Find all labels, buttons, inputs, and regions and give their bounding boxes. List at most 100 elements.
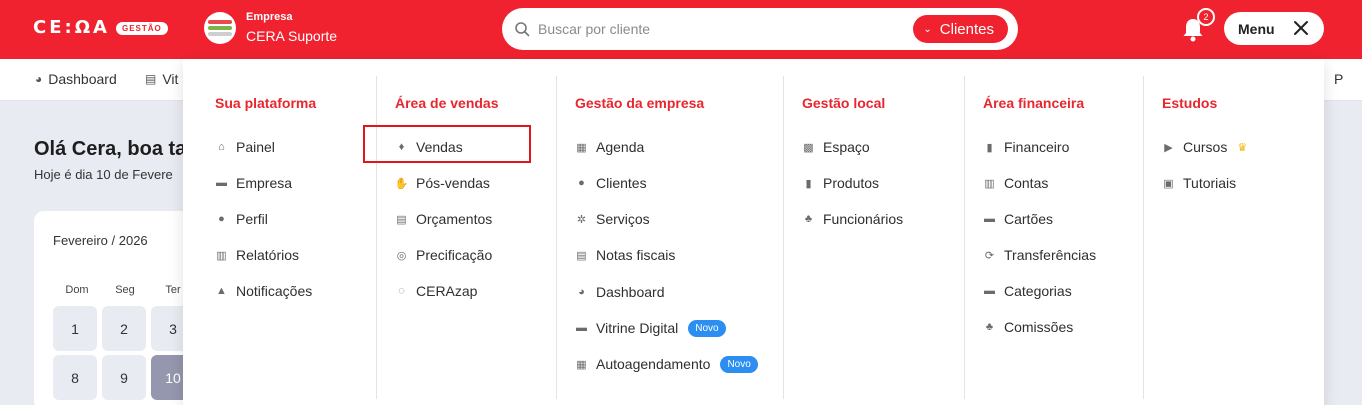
report-icon: ▥ xyxy=(216,249,227,262)
menu-column-title: Gestão local xyxy=(802,95,886,111)
menu-item-label: Tutoriais xyxy=(1183,175,1237,191)
menu-item-cartoes[interactable]: ▬ Cartões xyxy=(983,209,1053,229)
menu-item-financeiro[interactable]: ▮ Financeiro xyxy=(983,137,1069,157)
calendar-day[interactable]: 1 xyxy=(53,306,97,351)
menu-item-label: Agenda xyxy=(596,139,645,155)
menu-item-label: CERAzap xyxy=(416,283,478,299)
menu-column-title: Área financeira xyxy=(983,95,1085,111)
play-icon: ▶ xyxy=(1164,141,1173,154)
weekday-label: Seg xyxy=(115,284,135,296)
card-icon: ▬ xyxy=(984,213,995,225)
menu-item-comissoes[interactable]: ♣ Comissões xyxy=(983,317,1073,337)
products-icon: ▮ xyxy=(805,177,812,190)
top-bar: CE:ΩA GESTÃO Empresa CERA Suporte ⌄ Clie… xyxy=(0,0,1362,59)
menu-item-relatorios[interactable]: ▥ Relatórios xyxy=(215,245,299,265)
menu-item-notificacoes[interactable]: ▲ Notificações xyxy=(215,281,312,301)
menu-item-funcionarios[interactable]: ♣ Funcionários xyxy=(802,209,903,229)
menu-item-label: Cursos xyxy=(1183,139,1228,155)
app-logo[interactable]: CE:ΩA xyxy=(33,17,110,38)
menu-item-label: Perfil xyxy=(236,211,268,227)
subnav-item-vitrine[interactable]: ▤ Vit xyxy=(145,71,178,87)
menu-item-painel[interactable]: ⌂ Painel xyxy=(215,137,275,157)
menu-item-vitrine-digital[interactable]: ▬ Vitrine Digital Novo xyxy=(575,318,726,338)
menu-item-empresa[interactable]: ▬ Empresa xyxy=(215,173,292,193)
menu-item-clientes[interactable]: ● Clientes xyxy=(575,173,647,193)
subnav-item-dashboard[interactable]: ◕ Dashboard xyxy=(35,71,117,87)
store-icon: ▤ xyxy=(145,72,157,86)
calendar-day[interactable]: 9 xyxy=(102,355,146,400)
menu-item-label: Vitrine Digital xyxy=(596,320,679,336)
menu-item-label: Empresa xyxy=(236,175,293,191)
crown-icon: ♛ xyxy=(1237,141,1248,154)
calendar-grid-icon: ▦ xyxy=(576,358,587,371)
transfer-icon: ⟳ xyxy=(984,249,995,262)
menu-column-business: Gestão da empresa ▦ Agenda ● Clientes ✲ … xyxy=(557,76,784,399)
menu-button[interactable]: Menu xyxy=(1224,12,1324,45)
briefcase-icon: ▬ xyxy=(216,177,227,189)
user-icon: ● xyxy=(218,213,225,225)
menu-item-label: Autoagendamento xyxy=(596,356,711,372)
menu-item-precificacao[interactable]: ◎ Precificação xyxy=(395,245,493,265)
menu-button-label: Menu xyxy=(1238,20,1275,37)
subnav-item-partial[interactable]: P xyxy=(1334,71,1343,87)
menu-item-label: Categorias xyxy=(1004,283,1072,299)
menu-item-cursos[interactable]: ▶ Cursos ♛ xyxy=(1162,137,1247,157)
menu-item-label: Dashboard xyxy=(596,284,665,300)
menu-item-label: Funcionários xyxy=(823,211,904,227)
menu-item-label: Produtos xyxy=(823,175,880,191)
menu-item-label: Orçamentos xyxy=(416,211,493,227)
menu-item-cerazap[interactable]: ◌ CERAzap xyxy=(395,281,477,301)
menu-item-notas-fiscais[interactable]: ▤ Notas fiscais xyxy=(575,245,675,265)
menu-item-label: Relatórios xyxy=(236,247,300,263)
greeting-heading: Olá Cera, boa ta xyxy=(34,138,187,160)
search-bar: ⌄ Clientes xyxy=(502,8,1018,50)
menu-item-orcamentos[interactable]: ▤ Orçamentos xyxy=(395,209,492,229)
menu-column-title: Estudos xyxy=(1162,95,1218,111)
menu-item-label: Cartões xyxy=(1004,211,1054,227)
chevron-down-icon: ⌄ xyxy=(923,23,932,35)
menu-item-categorias[interactable]: ▬ Categorias xyxy=(983,281,1072,301)
menu-column-studies: Estudos ▶ Cursos ♛ ▣ Tutoriais xyxy=(1144,76,1324,399)
gear-icon: ✲ xyxy=(576,213,587,226)
company-name[interactable]: CERA Suporte xyxy=(246,28,337,44)
menu-item-autoagendamento[interactable]: ▦ Autoagendamento Novo xyxy=(575,354,758,374)
folder-icon: ▬ xyxy=(984,285,995,297)
search-filter-dropdown[interactable]: ⌄ Clientes xyxy=(913,15,1008,43)
menu-item-pos-vendas[interactable]: ✋ Pós-vendas xyxy=(395,173,490,193)
pie-chart-icon: ◕ xyxy=(35,72,43,86)
close-icon[interactable] xyxy=(1292,19,1310,37)
new-badge: Novo xyxy=(720,355,758,373)
menu-item-label: Contas xyxy=(1004,175,1049,191)
menu-item-tutoriais[interactable]: ▣ Tutoriais xyxy=(1162,173,1236,193)
menu-item-label: Notificações xyxy=(236,283,313,299)
logo-badge: GESTÃO xyxy=(116,22,168,35)
menu-column-title: Gestão da empresa xyxy=(575,95,705,111)
store-icon: ▬ xyxy=(576,322,587,334)
notification-count-badge: 2 xyxy=(1197,8,1215,26)
calendar-day[interactable]: 8 xyxy=(53,355,97,400)
menu-item-dashboard[interactable]: ◕ Dashboard xyxy=(575,282,665,302)
search-input[interactable] xyxy=(538,18,898,40)
menu-item-transferencias[interactable]: ⟳ Transferências xyxy=(983,245,1096,265)
menu-item-contas[interactable]: ▥ Contas xyxy=(983,173,1048,193)
company-avatar[interactable] xyxy=(204,12,236,44)
menu-column-platform: Sua plataforma ⌂ Painel ▬ Empresa ● Perf… xyxy=(183,76,377,399)
document-icon: ▤ xyxy=(396,213,407,226)
bell-icon: ▲ xyxy=(216,285,227,297)
video-icon: ▣ xyxy=(1163,177,1174,190)
menu-item-label: Clientes xyxy=(596,175,647,191)
new-badge: Novo xyxy=(688,319,726,337)
calendar-day[interactable]: 2 xyxy=(102,306,146,351)
invoice-icon: ▤ xyxy=(576,249,587,262)
mega-menu: Sua plataforma ⌂ Painel ▬ Empresa ● Perf… xyxy=(183,59,1324,405)
menu-item-perfil[interactable]: ● Perfil xyxy=(215,209,268,229)
bar-chart-icon: ▮ xyxy=(986,141,993,154)
space-icon: ▩ xyxy=(803,141,814,154)
menu-item-label: Transferências xyxy=(1004,247,1097,263)
menu-item-agenda[interactable]: ▦ Agenda xyxy=(575,137,644,157)
team-icon: ♣ xyxy=(985,321,994,333)
menu-item-espaco[interactable]: ▩ Espaço xyxy=(802,137,869,157)
menu-item-servicos[interactable]: ✲ Serviços xyxy=(575,209,650,229)
menu-item-label: Serviços xyxy=(596,211,650,227)
menu-item-produtos[interactable]: ▮ Produtos xyxy=(802,173,879,193)
